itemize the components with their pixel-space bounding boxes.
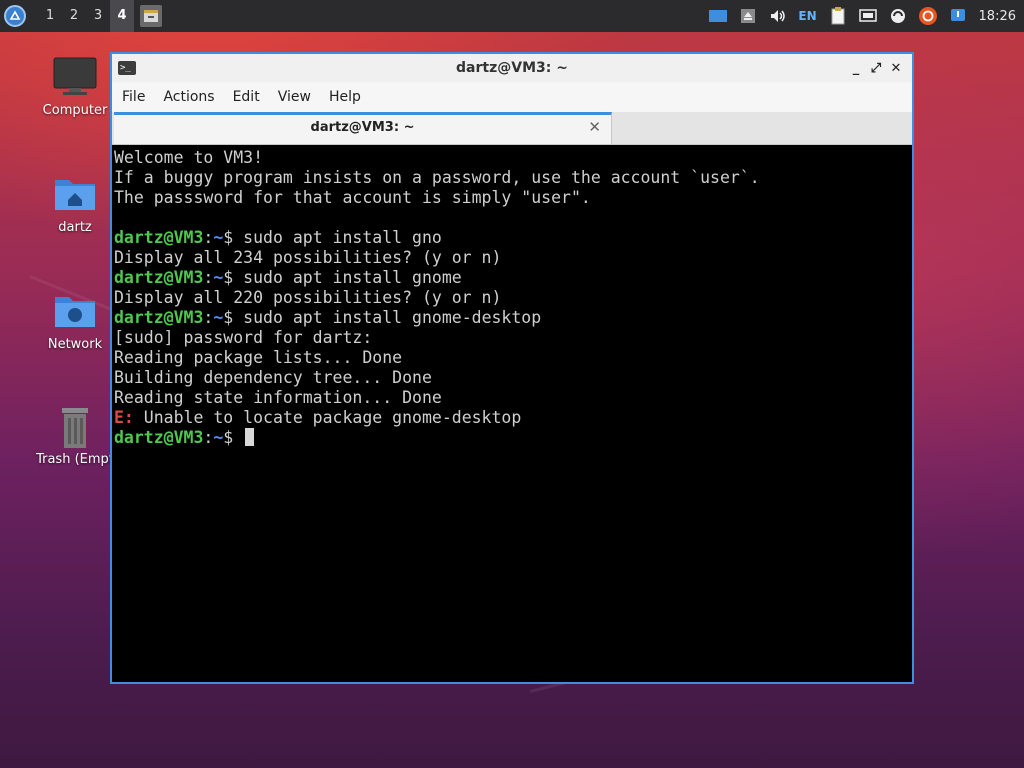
- close-button[interactable]: ✕: [886, 61, 906, 76]
- ubuntu-updates-icon[interactable]: [917, 5, 939, 27]
- terminal-line: dartz@VM3:~$: [114, 428, 912, 448]
- prompt-path: ~: [213, 308, 224, 327]
- home-folder-icon: [53, 174, 97, 214]
- app-menu-button[interactable]: [4, 5, 26, 27]
- update-icon[interactable]: [887, 5, 909, 27]
- clock[interactable]: 18:26: [979, 9, 1016, 24]
- display-icon[interactable]: [707, 5, 729, 27]
- window-title: dartz@VM3: ~: [456, 60, 568, 76]
- terminal-line: [sudo] password for dartz:: [114, 328, 373, 347]
- menu-bar: File Actions Edit View Help: [112, 82, 912, 112]
- terminal-output[interactable]: Welcome to VM3! If a buggy program insist…: [114, 146, 912, 682]
- terminal-line: dartz@VM3:~$ sudo apt install gnome: [114, 268, 462, 287]
- menu-file[interactable]: File: [112, 89, 154, 105]
- menu-actions[interactable]: Actions: [154, 89, 223, 105]
- prompt-path: ~: [213, 268, 224, 287]
- workspace-1[interactable]: 1: [38, 0, 62, 32]
- keyboard-layout-indicator[interactable]: EN: [797, 5, 819, 27]
- volume-icon[interactable]: [767, 5, 789, 27]
- show-desktop-button[interactable]: [140, 5, 162, 27]
- top-panel: 1234 EN 18:26: [0, 0, 1024, 32]
- workspace-2[interactable]: 2: [62, 0, 86, 32]
- terminal-line: Reading package lists... Done: [114, 348, 403, 367]
- minimize-button[interactable]: _: [846, 61, 866, 76]
- text-cursor: [245, 428, 255, 446]
- monitor-icon: [53, 57, 97, 97]
- lubuntu-logo-icon: [9, 10, 21, 20]
- command-text: sudo apt install gnome: [233, 268, 462, 287]
- workspace-3[interactable]: 3: [86, 0, 110, 32]
- eject-icon[interactable]: [737, 5, 759, 27]
- terminal-line: E: Unable to locate package gnome-deskto…: [114, 408, 912, 428]
- prompt-user: dartz@VM3: [114, 308, 204, 327]
- terminal-line: Display all 234 possibilities? (y or n): [114, 248, 502, 267]
- terminal-line: dartz@VM3:~$ sudo apt install gno: [114, 228, 442, 247]
- tab-close-icon[interactable]: ✕: [588, 118, 601, 136]
- workspace-switcher: 1234: [38, 0, 134, 32]
- trash-icon: [53, 406, 97, 448]
- command-text: [233, 428, 243, 447]
- terminal-line: If a buggy program insists on a password…: [114, 168, 760, 187]
- command-text: sudo apt install gno: [233, 228, 442, 247]
- window-titlebar[interactable]: >_ dartz@VM3: ~ _ ⤢ ✕: [112, 54, 912, 82]
- prompt-user: dartz@VM3: [114, 228, 204, 247]
- terminal-line: dartz@VM3:~$ sudo apt install gnome-desk…: [114, 308, 542, 327]
- menu-help[interactable]: Help: [320, 89, 370, 105]
- window-controls: _ ⤢ ✕: [846, 54, 906, 82]
- terminal-line: Display all 220 possibilities? (y or n): [114, 288, 502, 307]
- error-message: Unable to locate package gnome-desktop: [133, 408, 522, 427]
- terminal-line: The passsword for that account is simply…: [114, 188, 591, 207]
- terminal-tab[interactable]: dartz@VM3: ~ ✕: [114, 112, 612, 144]
- terminal-line: Reading state information... Done: [114, 388, 442, 407]
- terminal-line: Welcome to VM3!: [114, 148, 264, 167]
- menu-view[interactable]: View: [269, 89, 320, 105]
- terminal-window: >_ dartz@VM3: ~ _ ⤢ ✕ File Actions Edit …: [110, 52, 914, 684]
- prompt-user: dartz@VM3: [114, 428, 204, 447]
- terminal-line: Building dependency tree... Done: [114, 368, 432, 387]
- prompt-path: ~: [213, 228, 224, 247]
- maximize-button[interactable]: ⤢: [866, 61, 886, 76]
- prompt-user: dartz@VM3: [114, 268, 204, 287]
- system-tray: EN 18:26: [703, 0, 1024, 32]
- prompt-path: ~: [213, 428, 224, 447]
- workspace-4[interactable]: 4: [110, 0, 134, 32]
- clipboard-icon[interactable]: [827, 5, 849, 27]
- window-icon: [144, 10, 158, 22]
- error-prefix: E:: [114, 408, 134, 427]
- menu-edit[interactable]: Edit: [224, 89, 269, 105]
- command-text: sudo apt install gnome-desktop: [233, 308, 542, 327]
- tab-title: dartz@VM3: ~: [310, 120, 415, 135]
- tab-bar: dartz@VM3: ~ ✕: [112, 112, 912, 145]
- notification-icon[interactable]: [947, 5, 969, 27]
- network-icon[interactable]: [857, 5, 879, 27]
- network-folder-icon: [53, 291, 97, 331]
